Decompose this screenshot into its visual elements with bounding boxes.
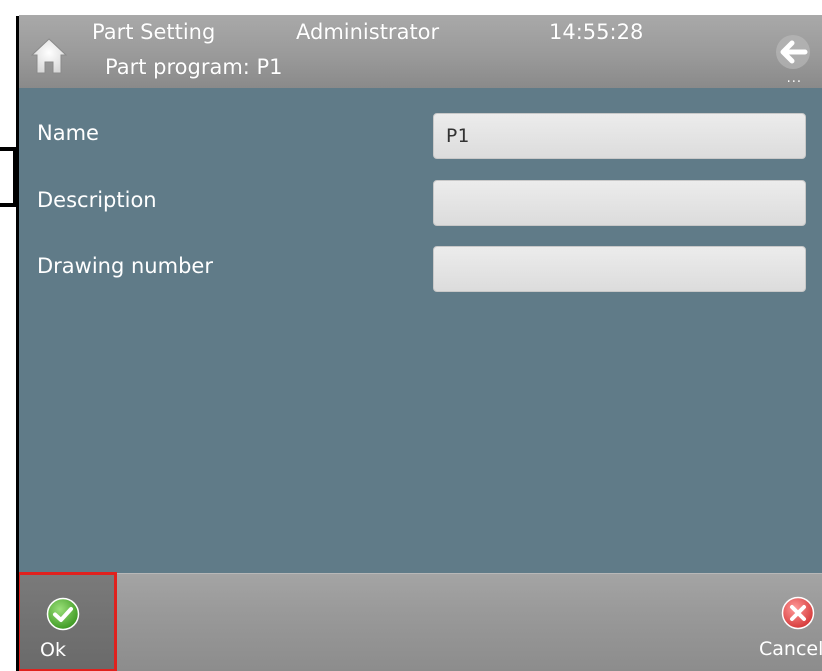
close-icon [781,596,815,630]
form-row-description: Description [19,180,822,226]
screen: Part Setting Administrator 14:55:28 Part… [19,15,822,671]
ok-button[interactable]: Ok [19,572,117,671]
header-bar: Part Setting Administrator 14:55:28 Part… [19,15,822,88]
footer-toolbar: Ok Cancel [19,572,822,671]
cancel-label: Cancel [759,638,822,660]
form-row-drawing-number: Drawing number [19,246,822,292]
drawing-number-label: Drawing number [37,254,213,278]
cancel-button[interactable]: Cancel [719,574,822,671]
edge-bracket [0,147,17,207]
user-name: Administrator [296,20,440,44]
name-label: Name [37,121,99,145]
back-button[interactable]: ... [772,33,814,88]
description-label: Description [37,188,157,212]
clock: 14:55:28 [549,20,644,44]
more-dots: ... [786,71,802,86]
check-icon [46,597,80,631]
description-field[interactable] [433,180,806,226]
name-field[interactable]: P1 [433,113,806,159]
page-title: Part Setting [92,20,216,44]
ok-label: Ok [40,639,66,661]
form-row-name: Name P1 [19,113,822,159]
back-arrow-icon [776,35,810,69]
drawing-number-field[interactable] [433,246,806,292]
home-icon[interactable] [31,37,67,75]
page-subtitle: Part program: P1 [105,55,283,79]
